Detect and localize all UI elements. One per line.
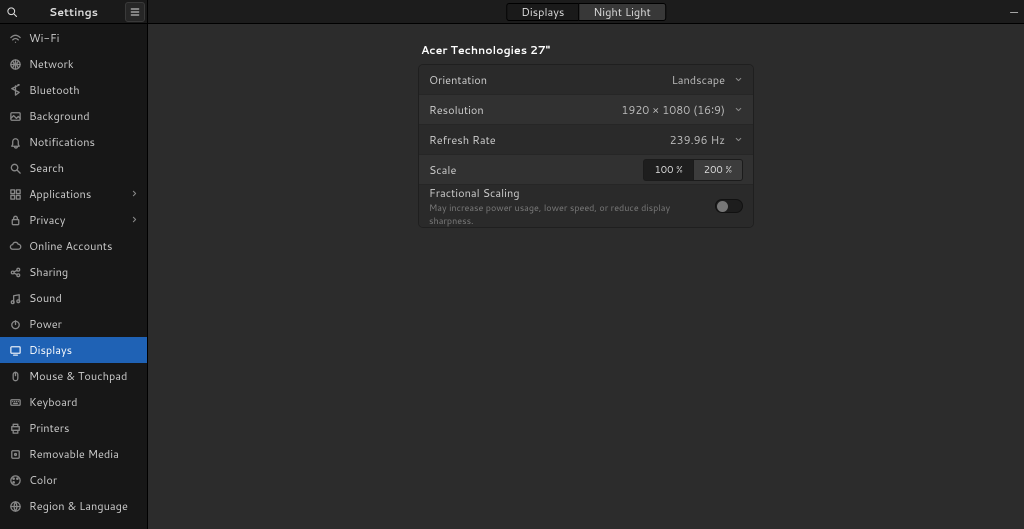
toggle-knob <box>717 201 728 212</box>
sidebar-item-label: Wi-Fi <box>29 30 59 46</box>
lock-icon <box>8 213 22 227</box>
sidebar-item-bluetooth[interactable]: Bluetooth <box>0 77 147 103</box>
resolution-value: 1920 × 1080 (16∶9) <box>621 102 725 118</box>
cloud-icon <box>8 239 22 253</box>
chevron-down-icon <box>733 72 743 88</box>
sidebar-item-label: Applications <box>29 186 91 202</box>
refresh-rate-row[interactable]: Refresh Rate 239.96 Hz <box>419 125 753 155</box>
sidebar-item-background[interactable]: Background <box>0 103 147 129</box>
scale-option-100[interactable]: 100 % <box>643 159 692 181</box>
globe-icon <box>8 57 22 71</box>
sidebar-item-label: Displays <box>29 342 72 358</box>
hamburger-icon <box>129 6 141 18</box>
sidebar-item-label: Privacy <box>29 212 65 228</box>
fractional-toggle[interactable] <box>715 199 743 213</box>
display-name: Acer Technologies 27" <box>418 42 754 58</box>
power-icon <box>8 317 22 331</box>
fractional-scaling-row: Fractional Scaling May increase power us… <box>419 185 753 227</box>
media-icon <box>8 447 22 461</box>
main: Displays Night Light – Acer Technologies… <box>148 0 1024 529</box>
bell-icon <box>8 135 22 149</box>
menu-button[interactable] <box>125 2 145 22</box>
sidebar-item-label: Search <box>29 160 64 176</box>
refresh-label: Refresh Rate <box>429 132 496 148</box>
sidebar-item-online-accounts[interactable]: Online Accounts <box>0 233 147 259</box>
fractional-label: Fractional Scaling <box>429 185 715 201</box>
sidebar-item-color[interactable]: Color <box>0 467 147 493</box>
search-button[interactable] <box>2 2 22 22</box>
chevron-right-icon <box>130 186 139 202</box>
view-tabs: Displays Night Light <box>506 3 666 21</box>
tab-displays[interactable]: Displays <box>506 3 578 21</box>
bt-icon <box>8 83 22 97</box>
orientation-label: Orientation <box>429 72 487 88</box>
wifi-icon <box>8 31 22 45</box>
color-icon <box>8 473 22 487</box>
titlebar: Displays Night Light – <box>148 0 1024 24</box>
scale-segmented: 100 % 200 % <box>643 159 743 181</box>
sidebar-item-label: Sound <box>29 290 62 306</box>
chevron-down-icon <box>733 102 743 118</box>
sidebar-item-label: Mouse & Touchpad <box>29 368 127 384</box>
sidebar-item-label: Region & Language <box>29 498 128 514</box>
content: Acer Technologies 27" Orientation Landsc… <box>148 24 1024 529</box>
sidebar: Settings Wi-Fi Network Bluetooth Background… <box>0 0 148 529</box>
chevron-right-icon <box>130 212 139 228</box>
sidebar-item-label: Online Accounts <box>29 238 112 254</box>
sidebar-item-label: Sharing <box>29 264 68 280</box>
sidebar-item-applications[interactable]: Applications <box>0 181 147 207</box>
sidebar-item-sound[interactable]: Sound <box>0 285 147 311</box>
sidebar-item-sharing[interactable]: Sharing <box>0 259 147 285</box>
scale-label: Scale <box>429 162 456 178</box>
scale-option-200[interactable]: 200 % <box>693 159 743 181</box>
grid-icon <box>8 187 22 201</box>
sidebar-item-region-language[interactable]: Region & Language <box>0 493 147 519</box>
sidebar-item-displays[interactable]: Displays <box>0 337 147 363</box>
mouse-icon <box>8 369 22 383</box>
sidebar-header: Settings <box>0 0 147 24</box>
magnifier-icon <box>6 6 18 18</box>
sidebar-item-privacy[interactable]: Privacy <box>0 207 147 233</box>
sidebar-item-label: Background <box>29 108 90 124</box>
region-icon <box>8 499 22 513</box>
scale-row: Scale 100 % 200 % <box>419 155 753 185</box>
sidebar-item-printers[interactable]: Printers <box>0 415 147 441</box>
sidebar-item-label: Color <box>29 472 57 488</box>
sidebar-item-label: Power <box>29 316 62 332</box>
sidebar-item-notifications[interactable]: Notifications <box>0 129 147 155</box>
display-icon <box>8 343 22 357</box>
sidebar-item-wi-fi[interactable]: Wi-Fi <box>0 25 147 51</box>
kbd-icon <box>8 395 22 409</box>
bg-icon <box>8 109 22 123</box>
sidebar-item-label: Printers <box>29 420 69 436</box>
orientation-value: Landscape <box>672 72 725 88</box>
printer-icon <box>8 421 22 435</box>
sidebar-item-search[interactable]: Search <box>0 155 147 181</box>
sidebar-item-label: Notifications <box>29 134 95 150</box>
refresh-value: 239.96 Hz <box>670 132 725 148</box>
sidebar-nav: Wi-Fi Network Bluetooth Background Notificat… <box>0 24 147 529</box>
resolution-row[interactable]: Resolution 1920 × 1080 (16∶9) <box>419 95 753 125</box>
display-panel: Acer Technologies 27" Orientation Landsc… <box>418 42 754 529</box>
sidebar-item-removable-media[interactable]: Removable Media <box>0 441 147 467</box>
fractional-desc: May increase power usage, lower speed, o… <box>429 201 715 227</box>
settings-group: Orientation Landscape Resolution 1920 × … <box>418 64 754 228</box>
note-icon <box>8 291 22 305</box>
orientation-row[interactable]: Orientation Landscape <box>419 65 753 95</box>
sidebar-item-network[interactable]: Network <box>0 51 147 77</box>
sidebar-item-label: Network <box>29 56 74 72</box>
search-icon <box>8 161 22 175</box>
resolution-label: Resolution <box>429 102 484 118</box>
sidebar-item-keyboard[interactable]: Keyboard <box>0 389 147 415</box>
sidebar-item-power[interactable]: Power <box>0 311 147 337</box>
app-title: Settings <box>24 4 123 20</box>
tab-night-light[interactable]: Night Light <box>578 3 665 21</box>
sidebar-item-label: Bluetooth <box>29 82 80 98</box>
share-icon <box>8 265 22 279</box>
sidebar-item-mouse-touchpad[interactable]: Mouse & Touchpad <box>0 363 147 389</box>
sidebar-item-label: Keyboard <box>29 394 78 410</box>
minimize-button[interactable]: – <box>1010 5 1018 19</box>
chevron-down-icon <box>733 132 743 148</box>
sidebar-item-label: Removable Media <box>29 446 119 462</box>
